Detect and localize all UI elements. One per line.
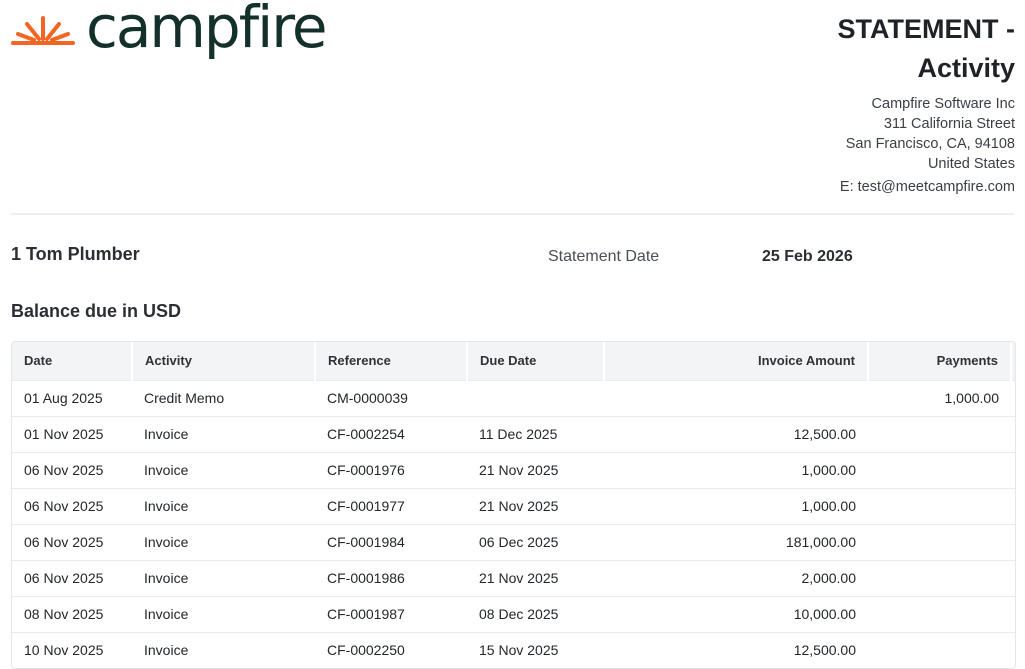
cell-reference: CF-0001987	[315, 595, 467, 632]
table-row: 08 Nov 2025 Invoice CF-0001987 08 Dec 2025 1…	[12, 595, 1015, 632]
column-header-balance: Balance USD	[1011, 342, 1015, 380]
company-street: 311 California Street	[883, 116, 1015, 132]
cell-activity: Invoice	[132, 595, 315, 632]
table-row: 06 Nov 2025 Invoice CF-0001976 21 Nov 2025 1…	[12, 451, 1015, 488]
header-divider	[11, 213, 1014, 215]
cell-due-date: 21 Nov 2025	[467, 487, 604, 524]
cell-due-date: 11 Dec 2025	[467, 415, 604, 452]
cell-date: 06 Nov 2025	[12, 523, 132, 560]
cell-activity: Invoice	[132, 487, 315, 524]
table-row: 06 Nov 2025 Invoice CF-0001984 06 Dec 2025 1…	[12, 523, 1015, 560]
cell-activity: Invoice	[132, 523, 315, 560]
cell-reference: CF-0002250	[315, 631, 467, 668]
company-name: Campfire Software Inc	[871, 96, 1015, 112]
cell-payments	[868, 487, 1011, 524]
cell-balance: 206,500.00	[1011, 595, 1015, 632]
cell-reference: CF-0002254	[315, 415, 467, 452]
table-row: 01 Aug 2025 Credit Memo CM-0000039 1,000.00…	[12, 379, 1015, 416]
cell-balance: 12,500.00	[1011, 451, 1015, 488]
cell-invoice-amount: 12,500.00	[604, 415, 868, 452]
cell-activity: Invoice	[132, 631, 315, 668]
cell-invoice-amount: 1,000.00	[604, 451, 868, 488]
cell-due-date	[467, 379, 604, 416]
column-header-invoice-amount: Invoice Amount	[604, 342, 869, 380]
cell-payments	[868, 631, 1011, 668]
table-row: 01 Nov 2025 Invoice CF-0002254 11 Dec 2025 1…	[12, 415, 1015, 452]
cell-due-date: 08 Dec 2025	[467, 595, 604, 632]
balance-title: Balance due in USD	[11, 301, 182, 321]
cell-reference: CF-0001984	[315, 523, 467, 560]
cell-invoice-amount	[604, 379, 868, 416]
column-header-reference: Reference	[315, 342, 468, 380]
cell-date: 10 Nov 2025	[12, 631, 132, 668]
cell-reference: CF-0001977	[315, 487, 467, 524]
cell-due-date: 06 Dec 2025	[467, 523, 604, 560]
cell-balance: 11,500.00	[1011, 415, 1015, 452]
customer-name: 1 Tom Plumber	[11, 244, 140, 264]
column-header-payments: Payments	[868, 342, 1012, 380]
table-row: 06 Nov 2025 Invoice CF-0001986 21 Nov 2025 2…	[12, 559, 1015, 596]
statement-title: STATEMENT - Activity	[837, 14, 1015, 83]
cell-date: 06 Nov 2025	[12, 559, 132, 596]
cell-reference: CM-0000039	[315, 379, 467, 416]
table-row: 06 Nov 2025 Invoice CF-0001977 21 Nov 2025 1…	[12, 487, 1015, 524]
cell-due-date: 15 Nov 2025	[467, 631, 604, 668]
cell-invoice-amount: 2,000.00	[604, 559, 868, 596]
cell-invoice-amount: 12,500.00	[604, 631, 868, 668]
cell-date: 01 Aug 2025	[12, 379, 132, 416]
company-address: Campfire Software Inc 311 California Str…	[846, 94, 1015, 174]
column-header-activity: Activity	[132, 342, 316, 380]
column-header-due-date: Due Date	[467, 342, 605, 380]
column-header-date: Date	[12, 342, 133, 380]
cell-payments	[868, 523, 1011, 560]
cell-balance: 13,500.00	[1011, 487, 1015, 524]
cell-invoice-amount: 181,000.00	[604, 523, 868, 560]
cell-date: 06 Nov 2025	[12, 487, 132, 524]
cell-activity: Invoice	[132, 451, 315, 488]
cell-invoice-amount: 10,000.00	[604, 595, 868, 632]
cell-reference: CF-0001986	[315, 559, 467, 596]
cell-activity: Credit Memo	[132, 379, 315, 416]
cell-date: 01 Nov 2025	[12, 415, 132, 452]
statement-date-label: Statement Date	[548, 248, 660, 265]
cell-date: 06 Nov 2025	[12, 451, 132, 488]
cell-payments: 1,000.00	[868, 379, 1011, 416]
table-row: 10 Nov 2025 Invoice CF-0002250 15 Nov 2025 1…	[12, 631, 1015, 668]
table-body: 01 Aug 2025 Credit Memo CM-0000039 1,000.00…	[12, 379, 1015, 668]
cell-balance: 219,000.00	[1011, 631, 1015, 668]
cell-due-date: 21 Nov 2025	[467, 559, 604, 596]
cell-date: 08 Nov 2025	[12, 595, 132, 632]
cell-balance: 196,500.00	[1011, 559, 1015, 596]
statement-date-value: 25 Feb 2026	[762, 248, 853, 265]
cell-activity: Invoice	[132, 415, 315, 452]
company-city: San Francisco, CA, 94108	[845, 136, 1015, 152]
cell-reference: CF-0001976	[315, 451, 467, 488]
cell-activity: Invoice	[132, 559, 315, 596]
cell-payments	[868, 415, 1011, 452]
sunrise-icon	[11, 16, 75, 45]
cell-payments	[868, 451, 1011, 488]
campfire-logo: campfire	[10, 0, 328, 56]
cell-invoice-amount: 1,000.00	[604, 487, 868, 524]
table-header-row: Date Activity Reference Due Date Invoice Amo…	[12, 342, 1015, 380]
cell-payments	[868, 595, 1011, 632]
cell-due-date: 21 Nov 2025	[467, 451, 604, 488]
company-country: United States	[927, 156, 1015, 172]
cell-balance: 194,500.00	[1011, 523, 1015, 560]
cell-payments	[868, 559, 1011, 596]
activity-table: Date Activity Reference Due Date Invoice Amo…	[11, 341, 1016, 669]
cell-balance: (1,000.00)	[1011, 379, 1015, 416]
company-email: E: test@meetcampfire.com	[839, 179, 1015, 195]
brand-name: campfire	[86, 0, 328, 61]
